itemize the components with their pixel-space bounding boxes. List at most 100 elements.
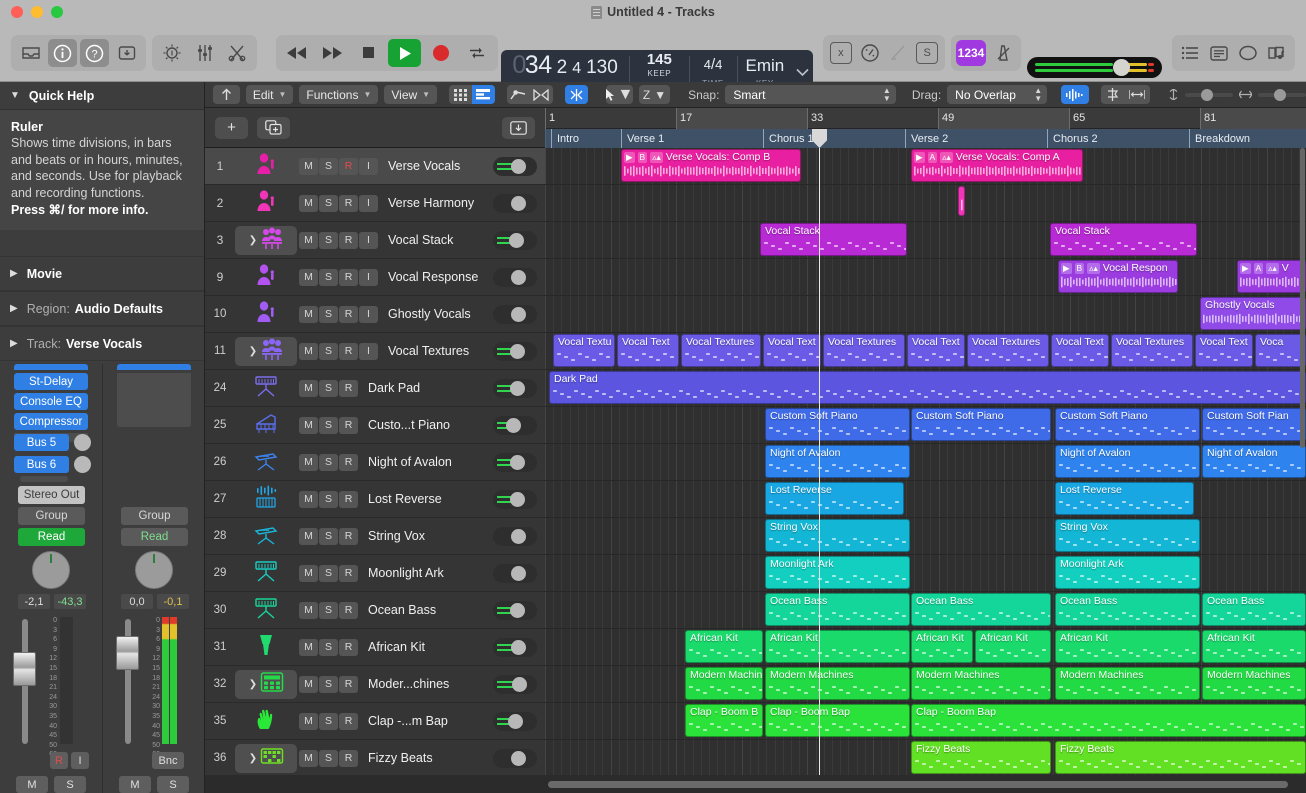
solo-icon[interactable]: S <box>914 39 940 67</box>
region[interactable]: Vocal Textures <box>681 334 761 367</box>
region[interactable]: Custom Soft Piano <box>765 408 910 441</box>
input-monitor-button[interactable]: I <box>71 752 89 769</box>
stop-icon[interactable] <box>353 39 386 67</box>
mute-button[interactable]: M <box>299 232 318 249</box>
track-header-row[interactable]: 26MSRNight of Avalon <box>205 444 545 481</box>
region[interactable]: Fizzy Beats <box>911 741 1051 774</box>
region[interactable]: African Kit <box>1055 630 1200 663</box>
track-header-row[interactable]: 3❯MSRIVocal Stack <box>205 222 545 259</box>
send-level-knob[interactable] <box>74 434 91 451</box>
track-name[interactable]: Verse Vocals <box>378 159 493 173</box>
region[interactable]: Night of Avalon <box>1202 445 1306 478</box>
track-name[interactable]: Fizzy Beats <box>358 751 493 765</box>
input-monitor-button[interactable]: I <box>359 306 378 323</box>
vertical-scrollbar[interactable] <box>1299 148 1306 775</box>
automation-icon[interactable] <box>507 85 530 104</box>
forward-icon[interactable] <box>317 39 350 67</box>
track-volume-slider[interactable] <box>493 601 537 620</box>
varispeed-icon[interactable] <box>886 39 912 67</box>
region[interactable]: Lost Reverse <box>765 482 904 515</box>
region[interactable]: Vocal Stack <box>760 223 907 256</box>
track-volume-slider[interactable] <box>493 490 537 509</box>
plus-icon[interactable]: + <box>215 117 248 139</box>
region[interactable]: Ghostly Vocals <box>1200 297 1306 330</box>
record-enable-button[interactable]: R <box>339 565 358 582</box>
group-slot[interactable]: Group <box>121 507 188 525</box>
track-volume-slider[interactable] <box>493 712 537 731</box>
horizontal-zoom-slider[interactable] <box>1258 93 1306 97</box>
track-header-row[interactable]: 36❯MSRFizzy Beats <box>205 740 545 775</box>
vertical-zoom-slider[interactable] <box>1185 93 1233 97</box>
record-enable-button[interactable]: R <box>339 417 358 434</box>
track-name[interactable]: Verse Harmony <box>378 196 493 210</box>
play-icon[interactable] <box>388 39 421 67</box>
record-enable-button[interactable]: R <box>339 380 358 397</box>
solo-button[interactable]: S <box>319 528 338 545</box>
view-menu[interactable]: View ▼ <box>384 85 437 104</box>
track-name[interactable]: Ghostly Vocals <box>378 307 493 321</box>
mute-button[interactable]: M <box>299 491 318 508</box>
region[interactable]: Custom Soft Pian <box>1202 408 1306 441</box>
mute-button[interactable]: M <box>299 750 318 767</box>
track-lane[interactable] <box>545 185 1306 222</box>
record-enable-button[interactable]: R <box>339 158 358 175</box>
mute-button[interactable]: M <box>299 454 318 471</box>
chevron-right-icon[interactable]: ❯ <box>249 679 257 690</box>
mute-button[interactable]: M <box>299 565 318 582</box>
record-enable-button[interactable]: R <box>339 528 358 545</box>
track-header-row[interactable]: 27MSRLost Reverse <box>205 481 545 518</box>
solo-button[interactable]: S <box>319 232 338 249</box>
track-header-row[interactable]: 9MSRIVocal Response <box>205 259 545 296</box>
link-icon[interactable] <box>1124 85 1150 104</box>
solo-button[interactable]: S <box>319 158 338 175</box>
region[interactable]: Ocean Bass <box>911 593 1051 626</box>
functions-menu[interactable]: Functions ▼ <box>299 85 378 104</box>
loop-browser-icon[interactable] <box>1235 39 1261 67</box>
solo-button[interactable]: S <box>319 750 338 767</box>
duplicate-track-icon[interactable] <box>257 117 290 139</box>
region[interactable]: African Kit <box>685 630 763 663</box>
region[interactable]: Modern Machines <box>1055 667 1200 700</box>
arrange-canvas[interactable]: ▶ B ▵▴ Verse Vocals: Comp B ▶ A ▵▴ Verse… <box>545 148 1306 775</box>
record-enable-button[interactable]: R <box>339 269 358 286</box>
region[interactable]: African Kit <box>1202 630 1306 663</box>
inspector-icon[interactable] <box>48 39 77 67</box>
mute-button[interactable]: M <box>299 528 318 545</box>
solo-button[interactable]: S <box>319 454 338 471</box>
region[interactable]: Moonlight Ark <box>765 556 910 589</box>
track-name[interactable]: String Vox <box>358 529 493 543</box>
track-name[interactable]: Night of Avalon <box>358 455 493 469</box>
region[interactable]: Custom Soft Piano <box>1055 408 1200 441</box>
track-header-row[interactable]: 10MSRIGhostly Vocals <box>205 296 545 333</box>
track-header-row[interactable]: 28MSRString Vox <box>205 518 545 555</box>
solo-button[interactable]: S <box>319 565 338 582</box>
region[interactable]: Modern Machin <box>685 667 763 700</box>
pan-value[interactable]: 0,0 <box>121 594 153 609</box>
volume-fader-handle[interactable] <box>116 636 139 670</box>
region[interactable]: Vocal Textures <box>823 334 905 367</box>
region[interactable]: Dark Pad <box>549 371 1306 404</box>
track-name[interactable]: Vocal Stack <box>378 233 493 247</box>
region[interactable]: Vocal Text <box>1195 334 1253 367</box>
track-header-row[interactable]: 1MSRIVerse Vocals <box>205 148 545 185</box>
solo-button[interactable]: S <box>319 380 338 397</box>
input-monitor-button[interactable]: I <box>359 232 378 249</box>
volume-value[interactable]: -43,3 <box>54 594 86 609</box>
track-header-row[interactable]: 32❯MSRModer...chines <box>205 666 545 703</box>
count-in-icon[interactable]: 1234 <box>956 40 986 66</box>
track-header-row[interactable]: 25MSRCusto...t Piano <box>205 407 545 444</box>
track-volume-slider[interactable] <box>493 268 537 287</box>
track-header-row[interactable]: 31MSRAfrican Kit <box>205 629 545 666</box>
track-stack-disclosure[interactable]: ❯ <box>235 337 297 366</box>
region[interactable]: String Vox <box>1055 519 1200 552</box>
rewind-icon[interactable] <box>281 39 314 67</box>
arrangement-marker[interactable]: Breakdown <box>1189 129 1306 148</box>
region[interactable]: Night of Avalon <box>1055 445 1200 478</box>
region[interactable]: Fizzy Beats <box>1055 741 1306 774</box>
mute-button[interactable]: M <box>299 417 318 434</box>
pan-knob[interactable] <box>32 551 70 589</box>
toolbar-toggle-icon[interactable] <box>112 39 141 67</box>
region[interactable]: Custom Soft Piano <box>911 408 1051 441</box>
snap-popup[interactable]: Smart ▲▼ <box>725 85 895 104</box>
track-name[interactable]: African Kit <box>358 640 493 654</box>
